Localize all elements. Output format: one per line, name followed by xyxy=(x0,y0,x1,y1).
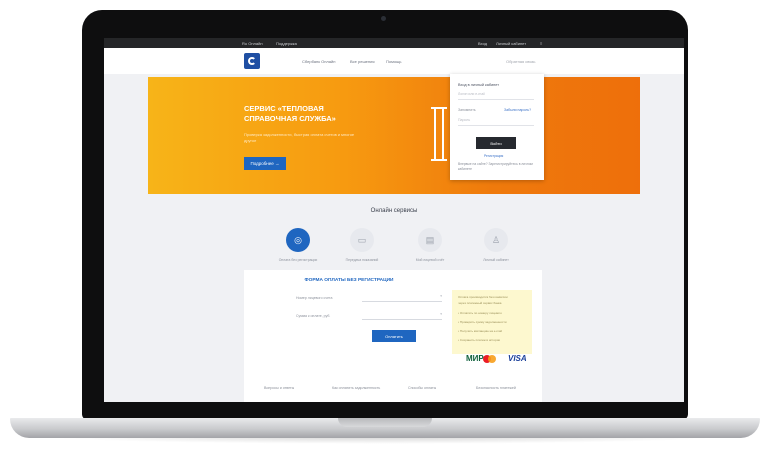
hero-title: СЕРВИС «ТЕПЛОВАЯ СПРАВОЧНАЯ СЛУЖБА» xyxy=(244,104,336,123)
info-note: Оплата производится без комиссии через п… xyxy=(452,290,532,354)
laptop-screen: Ru Онлайн Поддержка Вход Личный кабинет … xyxy=(104,38,684,402)
note-line: Оплата производится без комиссии xyxy=(458,295,508,299)
topbar-support[interactable]: Поддержка xyxy=(276,41,297,46)
footer-link-faq[interactable]: Вопросы и ответы xyxy=(264,386,294,390)
service-label: Мой лицевой счёт xyxy=(415,258,445,262)
service-pay-no-registration[interactable]: ◎ Оплата без регистрации xyxy=(268,228,328,262)
mir-logo: МИР xyxy=(466,354,484,363)
service-label: Оплата без регистрации xyxy=(278,258,318,262)
top-utility-bar: Ru Онлайн Поддержка Вход Личный кабинет … xyxy=(104,38,684,48)
footer-link-methods[interactable]: Способы оплаты xyxy=(408,386,436,390)
service-cabinet[interactable]: ♙ Личный кабинет xyxy=(466,228,526,262)
footer-links: Вопросы и ответы Как оплатить задолженно… xyxy=(244,383,542,397)
service-label: Личный кабинет xyxy=(483,258,509,262)
laptop-notch xyxy=(338,418,432,427)
site-header: Сбербанк Онлайн Все решения Помощь Обрат… xyxy=(104,48,684,74)
logo[interactable] xyxy=(244,53,260,69)
topbar-login[interactable]: Вход xyxy=(478,41,487,46)
remember-checkbox[interactable]: Запомнить xyxy=(458,108,476,112)
account-number-label: Номер лицевого счета xyxy=(296,296,333,300)
amount-input[interactable]: ▾ xyxy=(362,312,442,320)
camera-icon xyxy=(381,16,386,21)
hero-subtitle: Проверка задолженности, быстрая оплата с… xyxy=(244,132,355,143)
hero-banner: СЕРВИС «ТЕПЛОВАЯ СПРАВОЧНАЯ СЛУЖБА» Пров… xyxy=(148,77,640,194)
footer-link-security[interactable]: Безопасность платежей xyxy=(476,386,516,390)
note-line: • Сохранить платеж в истории xyxy=(458,338,501,342)
feedback-link[interactable]: Обратная связь xyxy=(506,59,535,64)
radiator-icon xyxy=(431,107,447,161)
mastercard-logo xyxy=(483,355,496,363)
service-meter-readings[interactable]: ▭ Передача показаний xyxy=(332,228,392,262)
nav-item-online[interactable]: Сбербанк Онлайн xyxy=(302,59,335,64)
topbar-language[interactable]: Ru Онлайн xyxy=(242,41,263,46)
login-dropdown: Вход в личный кабинет Логин или e-mail З… xyxy=(450,74,544,180)
account-number-input[interactable]: ▾ xyxy=(362,294,442,302)
register-link[interactable]: Регистрация xyxy=(484,154,503,158)
password-input[interactable]: Пароль xyxy=(458,118,534,126)
services-title: Онлайн сервисы xyxy=(370,208,418,214)
receipt-icon: ▤ xyxy=(425,235,435,245)
login-title: Вход в личный кабинет xyxy=(458,83,500,87)
login-submit-button[interactable]: Войти xyxy=(476,137,516,149)
pay-button[interactable]: Оплатить xyxy=(372,330,416,342)
amount-label: Сумма к оплате, руб. xyxy=(296,314,331,318)
service-personal-account[interactable]: ▤ Мой лицевой счёт xyxy=(400,228,460,262)
footer-link-howto[interactable]: Как оплатить задолженность xyxy=(332,386,380,390)
service-label: Передача показаний xyxy=(345,258,379,262)
hero-more-button[interactable]: Подробнее → xyxy=(244,157,286,170)
camera-icon: ◎ xyxy=(294,235,302,245)
note-line: через платежный сервис банка xyxy=(458,301,502,305)
user-icon: ♙ xyxy=(491,235,501,245)
note-line: • Получить квитанцию на e-mail xyxy=(458,329,502,333)
forgot-link[interactable]: Забыли пароль? xyxy=(504,108,531,112)
nav-item-solutions[interactable]: Все решения xyxy=(350,59,375,64)
visa-logo: VISA xyxy=(508,354,527,363)
note-line: • Оплатить по номеру лицевого xyxy=(458,311,502,315)
login-input[interactable]: Логин или e-mail xyxy=(458,92,534,100)
form-title: ФОРМА ОПЛАТЫ БЕЗ РЕГИСТРАЦИИ xyxy=(304,278,394,283)
nav-item-help[interactable]: Помощь xyxy=(386,59,401,64)
menu-icon[interactable]: ≡ xyxy=(540,41,542,46)
meter-icon: ▭ xyxy=(357,235,367,245)
topbar-cabinet[interactable]: Личный кабинет xyxy=(496,41,526,46)
note-line: • Проверить сумму задолженности xyxy=(458,320,507,324)
login-note: Впервые на сайте? Зарегистрируйтесь в ли… xyxy=(458,162,533,171)
